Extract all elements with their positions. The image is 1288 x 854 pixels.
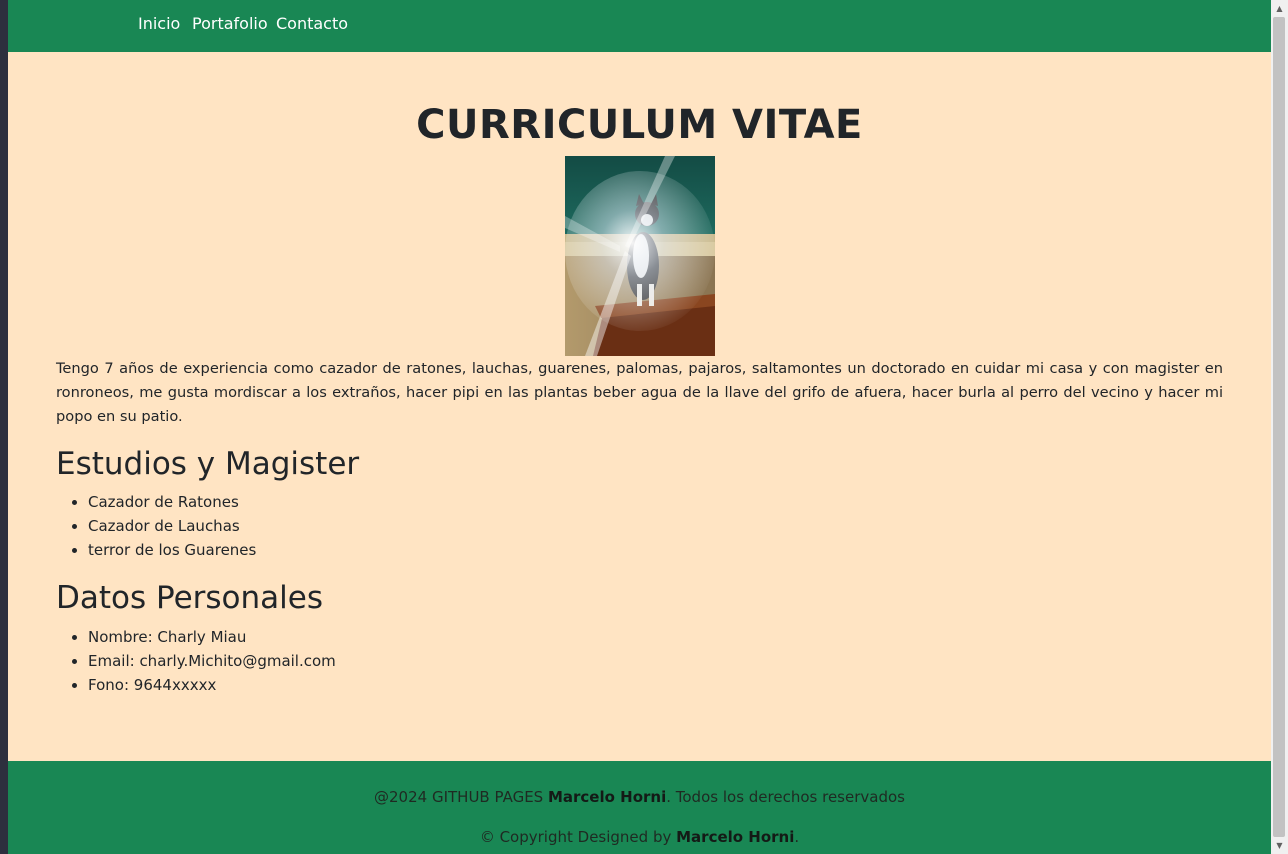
list-item: Nombre: Charly Miau bbox=[88, 625, 336, 649]
footer-designer-name: Marcelo Horni bbox=[676, 828, 795, 846]
footer-suffix: . Todos los derechos reservados bbox=[666, 788, 905, 806]
list-item: Email: charly.Michito@gmail.com bbox=[88, 649, 336, 673]
personal-data-list: Nombre: Charly Miau Email: charly.Michit… bbox=[56, 625, 336, 697]
studies-list: Cazador de Ratones Cazador de Lauchas te… bbox=[56, 490, 256, 562]
personal-data-heading: Datos Personales bbox=[56, 580, 323, 616]
studies-heading: Estudios y Magister bbox=[56, 446, 360, 482]
list-item: Fono: 9644xxxxx bbox=[88, 673, 336, 697]
nav-link-inicio[interactable]: Inicio bbox=[138, 14, 180, 34]
page-footer: @2024 GITHUB PAGES Marcelo Horni. Todos … bbox=[8, 761, 1271, 854]
footer-copyright-line: © Copyright Designed by Marcelo Horni. bbox=[8, 827, 1271, 847]
nav-link-contacto[interactable]: Contacto bbox=[276, 14, 348, 34]
footer-rights-line: @2024 GITHUB PAGES Marcelo Horni. Todos … bbox=[8, 787, 1271, 807]
page-title: CURRICULUM VITAE bbox=[416, 102, 863, 148]
desktop-left-edge bbox=[0, 0, 8, 854]
nav-link-portafolio[interactable]: Portafolio bbox=[192, 14, 268, 34]
footer-copyright-prefix: © Copyright Designed by bbox=[479, 828, 677, 846]
footer-author-name: Marcelo Horni bbox=[547, 788, 667, 806]
list-item: Cazador de Ratones bbox=[88, 490, 256, 514]
browser-viewport: Inicio Portafolio Contacto CURRICULUM VI… bbox=[8, 0, 1271, 854]
cat-photo-image bbox=[565, 156, 715, 356]
profile-photo bbox=[565, 156, 715, 356]
list-item: Cazador de Lauchas bbox=[88, 514, 256, 538]
scroll-down-arrow-icon[interactable]: ▼ bbox=[1271, 837, 1288, 854]
footer-copyright-suffix: . bbox=[794, 828, 800, 846]
top-navbar: Inicio Portafolio Contacto bbox=[8, 0, 1271, 52]
vertical-scrollbar[interactable]: ▲ ▼ bbox=[1271, 0, 1288, 854]
scrollbar-thumb[interactable] bbox=[1273, 17, 1285, 837]
list-item: terror de los Guarenes bbox=[88, 538, 256, 562]
footer-prefix: @2024 GITHUB PAGES bbox=[374, 788, 548, 806]
scroll-up-arrow-icon[interactable]: ▲ bbox=[1271, 0, 1288, 17]
intro-paragraph: Tengo 7 años de experiencia como cazador… bbox=[56, 360, 1223, 425]
